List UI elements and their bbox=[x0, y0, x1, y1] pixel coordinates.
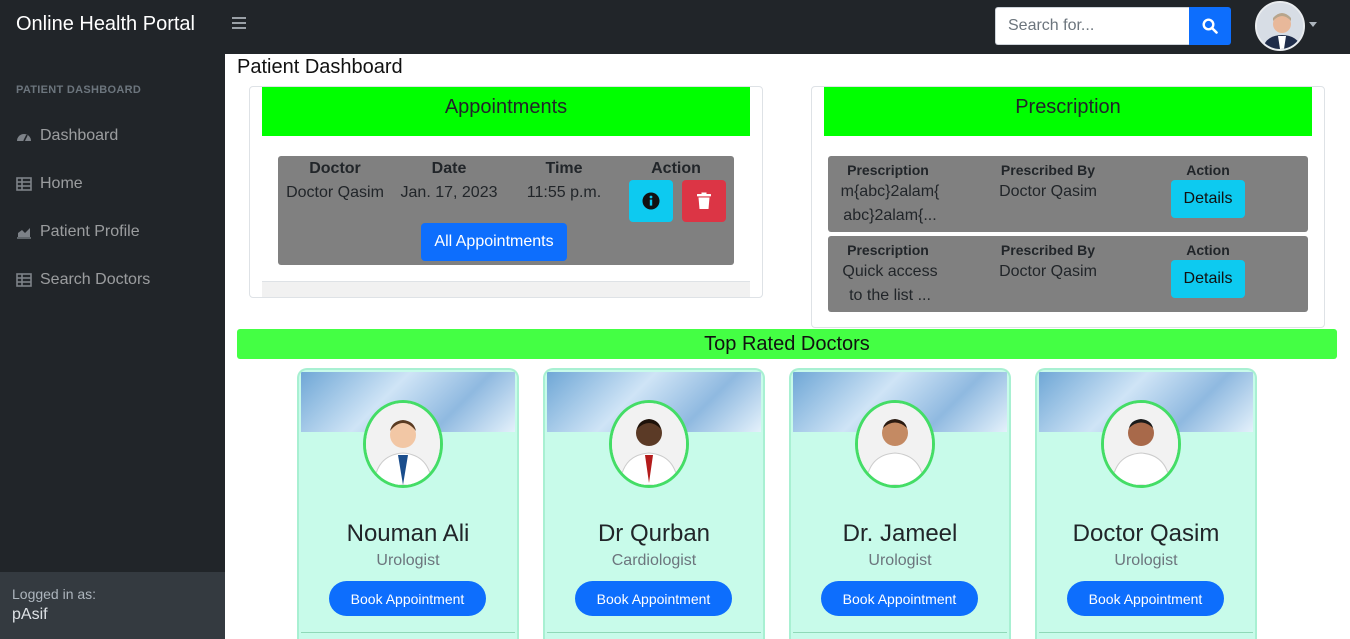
sidebar-item-label: Home bbox=[40, 175, 83, 192]
doctor-photo bbox=[855, 400, 935, 488]
sidebar-item-patient-profile[interactable]: Patient Profile bbox=[16, 220, 140, 244]
doctor-card: Dr Qurban Cardiologist Book Appointment bbox=[543, 368, 765, 639]
doctor-card-divider bbox=[793, 632, 1007, 633]
sidebar-item-label: Dashboard bbox=[40, 127, 119, 144]
doctor-name: Doctor Qasim bbox=[1072, 520, 1220, 547]
book-appointment-button[interactable]: Book Appointment bbox=[329, 581, 486, 616]
dashboard-gauge-icon bbox=[17, 134, 31, 142]
book-appointment-button[interactable]: Book Appointment bbox=[1067, 581, 1224, 616]
trash-icon bbox=[697, 192, 711, 209]
top-navbar: Online Health Portal bbox=[0, 0, 1350, 54]
sidebar: PATIENT DASHBOARD Dashboard Home Patient… bbox=[0, 54, 225, 639]
appointments-header: Appointments bbox=[262, 87, 750, 136]
logged-in-username: pAsif bbox=[12, 606, 48, 623]
sidebar-heading: PATIENT DASHBOARD bbox=[16, 84, 142, 96]
sidebar-item-home[interactable]: Home bbox=[16, 172, 83, 196]
table-icon bbox=[16, 177, 32, 191]
column-header-action: Action bbox=[651, 160, 701, 177]
prescription-text-line1: m{abc}2alam{ bbox=[840, 183, 940, 200]
page-title: Patient Dashboard bbox=[237, 56, 403, 78]
search-button[interactable] bbox=[1189, 7, 1231, 45]
info-circle-icon bbox=[642, 192, 660, 210]
doctor-card-divider bbox=[301, 632, 515, 633]
search-icon bbox=[1202, 18, 1218, 34]
column-header-prescribed-by: Prescribed By bbox=[1000, 242, 1096, 258]
book-appointment-button[interactable]: Book Appointment bbox=[821, 581, 978, 616]
appointment-doctor: Doctor Qasim bbox=[286, 184, 384, 201]
sidebar-item-dashboard[interactable]: Dashboard bbox=[16, 124, 118, 148]
prescription-header: Prescription bbox=[824, 87, 1312, 136]
doctor-name: Dr Qurban bbox=[597, 520, 711, 547]
table-icon bbox=[16, 273, 32, 287]
appointment-delete-button[interactable] bbox=[682, 180, 726, 222]
prescription-row: Prescription Prescribed By Action Quick … bbox=[828, 236, 1308, 312]
chart-area-icon bbox=[17, 228, 31, 239]
doctor-card-divider bbox=[1039, 632, 1253, 633]
sidebar-footer: Logged in as: pAsif bbox=[0, 572, 225, 639]
appointment-time: 11:55 p.m. bbox=[526, 184, 602, 201]
prescribed-by: Doctor Qasim bbox=[999, 263, 1097, 280]
doctor-card: Dr. Jameel Urologist Book Appointment bbox=[789, 368, 1011, 639]
doctor-specialty: Urologist bbox=[376, 552, 440, 569]
prescription-text-line2: abc}2alam{... bbox=[843, 207, 937, 224]
column-header-prescribed-by: Prescribed By bbox=[1000, 162, 1096, 178]
sidebar-item-label: Search Doctors bbox=[40, 271, 151, 288]
doctor-photo bbox=[1101, 400, 1181, 488]
appointment-date: Jan. 17, 2023 bbox=[400, 184, 498, 201]
prescription-row: Prescription Prescribed By Action m{abc}… bbox=[828, 156, 1308, 232]
column-header-action: Action bbox=[1186, 242, 1230, 258]
book-appointment-button[interactable]: Book Appointment bbox=[575, 581, 732, 616]
column-header-prescription: Prescription bbox=[847, 162, 929, 178]
doctor-specialty: Urologist bbox=[1114, 552, 1178, 569]
prescription-text-line2: to the list ... bbox=[849, 287, 931, 304]
logged-in-label: Logged in as: bbox=[12, 586, 97, 602]
appointment-info-button[interactable] bbox=[629, 180, 673, 222]
column-header-date: Date bbox=[431, 160, 467, 177]
user-avatar[interactable] bbox=[1255, 1, 1305, 51]
doctor-card: Nouman Ali Urologist Book Appointment bbox=[297, 368, 519, 639]
doctor-name: Nouman Ali bbox=[346, 520, 470, 547]
doctor-card: Doctor Qasim Urologist Book Appointment bbox=[1035, 368, 1257, 639]
doctor-photo bbox=[363, 400, 443, 488]
doctor-name: Dr. Jameel bbox=[842, 520, 958, 547]
sidebar-item-search-doctors[interactable]: Search Doctors bbox=[16, 268, 150, 292]
sidebar-item-label: Patient Profile bbox=[40, 223, 140, 240]
column-header-doctor: Doctor bbox=[309, 160, 361, 177]
search-input[interactable] bbox=[995, 7, 1189, 45]
column-header-prescription: Prescription bbox=[847, 242, 929, 258]
user-menu-caret-icon[interactable] bbox=[1309, 22, 1317, 27]
doctor-photo bbox=[609, 400, 689, 488]
prescribed-by: Doctor Qasim bbox=[999, 183, 1097, 200]
prescription-text-line1: Quick access bbox=[842, 263, 938, 280]
appointments-table: Doctor Date Time Action Doctor Qasim Jan… bbox=[278, 156, 734, 265]
doctor-specialty: Urologist bbox=[868, 552, 932, 569]
doctor-specialty: Cardiologist bbox=[611, 552, 697, 569]
prescription-details-button[interactable]: Details bbox=[1171, 260, 1245, 298]
all-appointments-button[interactable]: All Appointments bbox=[421, 223, 567, 261]
prescription-details-button[interactable]: Details bbox=[1171, 180, 1245, 218]
brand-title[interactable]: Online Health Portal bbox=[16, 13, 195, 36]
column-header-time: Time bbox=[545, 160, 583, 177]
search-form bbox=[995, 7, 1231, 45]
top-rated-doctors-header: Top Rated Doctors bbox=[237, 329, 1337, 359]
appointments-card-footer bbox=[262, 281, 750, 297]
column-header-action: Action bbox=[1186, 162, 1230, 178]
sidebar-toggle-icon[interactable] bbox=[232, 17, 246, 31]
doctor-card-divider bbox=[547, 632, 761, 633]
